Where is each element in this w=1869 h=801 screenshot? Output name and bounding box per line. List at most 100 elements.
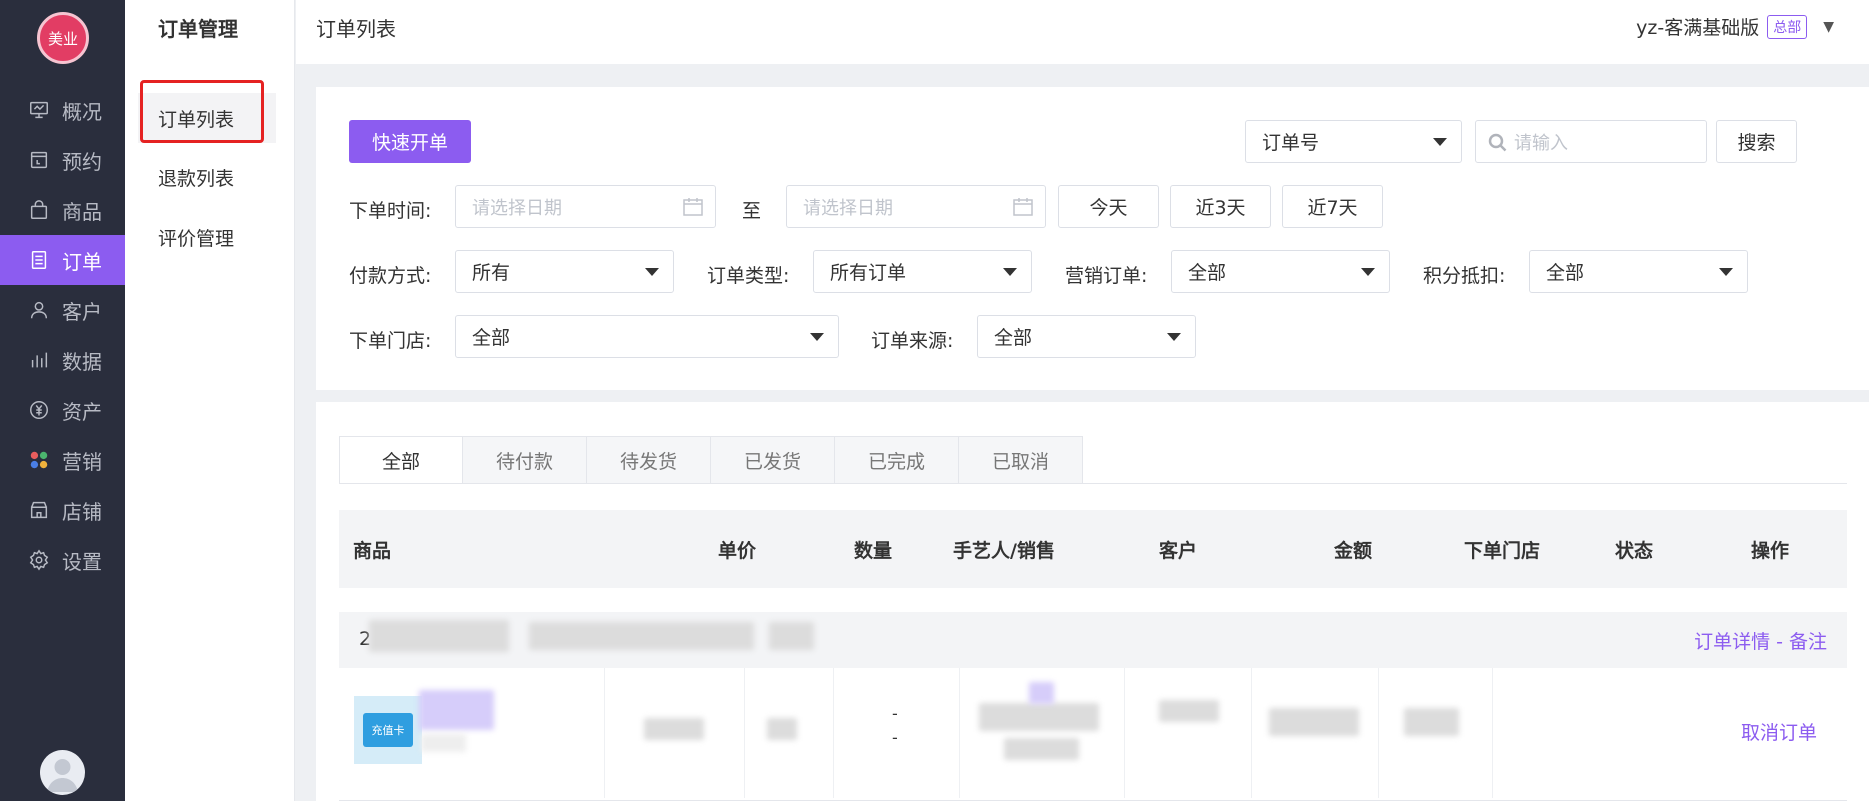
submenu-item-refund-list[interactable]: 退款列表 (138, 152, 276, 202)
filter-panel: 快速开单 订单号 请输入 搜索 下单时间: 请选择日期 至 请选择日期 今天 近… (316, 87, 1869, 390)
tabs-divider (339, 483, 1847, 484)
page-title: 订单列表 (316, 17, 396, 41)
search-input[interactable]: 请输入 (1475, 120, 1707, 163)
order-source-value: 全部 (994, 327, 1033, 349)
end-date-placeholder: 请选择日期 (803, 197, 893, 219)
points-deduction-select[interactable]: 全部 (1529, 250, 1748, 293)
nav-item-products[interactable]: 商品 (0, 185, 125, 235)
order-source-select[interactable]: 全部 (977, 315, 1196, 358)
dropdown-arrow-icon (1433, 138, 1447, 146)
submenu-item-order-list[interactable]: 订单列表 (138, 93, 276, 143)
order-list-panel: 全部 待付款 待发货 已发货 已完成 已取消 商品 单价 数量 手艺人/销售 客… (316, 402, 1869, 801)
nav-item-customers[interactable]: 客户 (0, 285, 125, 335)
user-avatar[interactable] (40, 750, 85, 795)
column-header-product: 商品 (353, 540, 392, 562)
list-icon (28, 249, 50, 271)
redacted-status (1404, 708, 1459, 736)
product-thumbnail[interactable]: 充值卡 (354, 696, 422, 764)
table-header: 商品 单价 数量 手艺人/销售 客户 金额 下单门店 状态 操作 (339, 510, 1847, 588)
nav-item-settings[interactable]: 设置 (0, 535, 125, 585)
dropdown-arrow-icon (645, 268, 659, 276)
redacted-order-number (369, 620, 509, 652)
order-header-row: 2 订单详情 - 备注 (339, 612, 1847, 668)
nav-item-assets[interactable]: 资产 (0, 385, 125, 435)
monitor-icon (28, 99, 50, 121)
today-button[interactable]: 今天 (1058, 185, 1159, 228)
dropdown-arrow-icon (810, 333, 824, 341)
tab-all[interactable]: 全部 (339, 436, 463, 484)
search-placeholder: 请输入 (1514, 132, 1568, 154)
tab-cancelled[interactable]: 已取消 (959, 436, 1083, 484)
order-source-label: 订单来源: (871, 330, 954, 352)
logo-text: 美业 (47, 29, 78, 48)
nav-item-appointment[interactable]: 预约 (0, 135, 125, 185)
redacted-customer-name (1004, 738, 1079, 760)
tab-completed[interactable]: 已完成 (835, 436, 959, 484)
start-date-input[interactable]: 请选择日期 (455, 185, 716, 228)
column-header-store: 下单门店 (1464, 540, 1541, 562)
cell-divider (1492, 668, 1493, 798)
payment-method-label: 付款方式: (349, 265, 432, 287)
staff-value: - (892, 704, 898, 723)
column-header-status: 状态 (1615, 540, 1654, 562)
status-tabs: 全部 待付款 待发货 已发货 已完成 已取消 (339, 436, 1083, 484)
redacted-product-tag (421, 734, 466, 752)
end-date-input[interactable]: 请选择日期 (786, 185, 1046, 228)
quick-order-button[interactable]: 快速开单 (349, 120, 471, 163)
nav-item-data[interactable]: 数据 (0, 335, 125, 385)
dropdown-arrow-icon (1167, 333, 1181, 341)
cell-divider (1251, 668, 1252, 798)
nav-item-label: 设置 (62, 549, 102, 574)
nav-item-label: 商品 (62, 199, 102, 224)
points-deduction-value: 全部 (1546, 262, 1585, 284)
nav-item-store[interactable]: 店铺 (0, 485, 125, 535)
nav-item-marketing[interactable]: 营销 (0, 435, 125, 485)
nav-item-label: 营销 (62, 449, 102, 474)
order-type-select[interactable]: 所有订单 (813, 250, 1032, 293)
tab-pending-payment[interactable]: 待付款 (463, 436, 587, 484)
tab-shipped[interactable]: 已发货 (711, 436, 835, 484)
nav-item-label: 资产 (62, 399, 102, 424)
redacted-amount (1159, 700, 1219, 722)
cell-divider (1378, 668, 1379, 798)
cell-divider (604, 668, 605, 798)
user-icon (28, 299, 50, 321)
nav-item-orders[interactable]: 订单 (0, 235, 125, 285)
cell-divider (1124, 668, 1125, 798)
last-3-days-button[interactable]: 近3天 (1170, 185, 1271, 228)
cell-divider (833, 668, 834, 798)
search-button[interactable]: 搜索 (1716, 120, 1797, 163)
order-type-value: 所有订单 (830, 262, 907, 284)
cancel-order-link[interactable]: 取消订单 (1741, 718, 1817, 745)
submenu-item-review-management[interactable]: 评价管理 (138, 212, 276, 262)
account-switcher[interactable]: yz-客满基础版 总部 ▼ (1636, 13, 1834, 40)
submenu-title: 订单管理 (158, 17, 238, 41)
payment-method-select[interactable]: 所有 (455, 250, 674, 293)
start-date-placeholder: 请选择日期 (472, 197, 562, 219)
order-detail-link[interactable]: 订单详情 - 备注 (1694, 627, 1827, 654)
search-type-select[interactable]: 订单号 (1245, 120, 1462, 163)
redacted-customer-phone (979, 703, 1099, 731)
column-header-qty: 数量 (854, 540, 893, 562)
nav-item-label: 订单 (62, 249, 102, 274)
nav-item-label: 店铺 (62, 499, 102, 524)
nav-item-overview[interactable]: 概况 (0, 85, 125, 135)
points-deduction-label: 积分抵扣: (1423, 265, 1506, 287)
sales-value: - (892, 728, 898, 747)
column-header-action: 操作 (1751, 540, 1790, 562)
order-store-label: 下单门店: (349, 330, 432, 352)
calendar-icon (683, 198, 703, 216)
column-header-price: 单价 (718, 540, 757, 562)
app-logo[interactable]: 美业 (37, 12, 89, 64)
tab-pending-shipment[interactable]: 待发货 (587, 436, 711, 484)
search-type-value: 订单号 (1262, 132, 1320, 154)
redacted-order-meta (769, 622, 814, 650)
order-store-select[interactable]: 全部 (455, 315, 839, 358)
last-7-days-button[interactable]: 近7天 (1282, 185, 1383, 228)
order-time-label: 下单时间: (349, 200, 432, 222)
redacted-store (1269, 708, 1359, 736)
marketing-order-select[interactable]: 全部 (1171, 250, 1390, 293)
redacted-order-time (529, 622, 754, 650)
column-header-customer: 客户 (1159, 540, 1198, 562)
marketing-order-label: 营销订单: (1065, 265, 1148, 287)
